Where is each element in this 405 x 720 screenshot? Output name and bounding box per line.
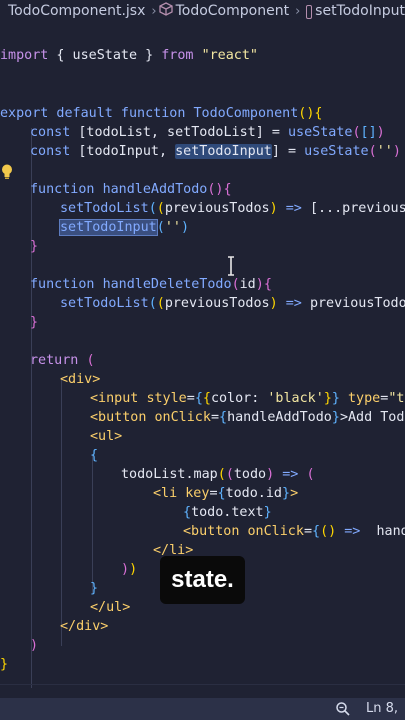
indent-guide (61, 378, 62, 646)
code-line-brace-close: } (90, 581, 99, 596)
code-line-map: todoList.map((todo) => ( (121, 467, 315, 482)
code-line-todo-text: {todo.text} (183, 505, 272, 520)
code-line-div-close: </div> (60, 619, 109, 634)
code-line-settodolist: setTodoList((previousTodos) => [...previ… (60, 201, 405, 216)
cube-icon (158, 2, 173, 20)
code-line-close-brace: } (30, 315, 39, 330)
code-line-div-open: <div> (60, 372, 101, 387)
breadcrumb-file[interactable]: TodoComponent.jsx (0, 3, 145, 19)
zoom-search-icon[interactable] (328, 698, 358, 720)
code-line-close-brace: } (30, 239, 39, 254)
code-line-todoinput: const [todoInput, setTodoInput] = useSta… (30, 144, 401, 159)
code-line-return-close: ) (30, 638, 39, 653)
cursor-position[interactable]: Ln 8, (366, 698, 398, 720)
code-line-li-open: <li key={todo.id}> (153, 486, 299, 501)
chevron-right-icon: › (295, 3, 301, 19)
indent-guide (92, 454, 93, 594)
code-line-map-close: )) (121, 562, 138, 577)
breadcrumb: TodoComponent.jsx › TodoComponent › setT… (0, 0, 405, 22)
code-line-input: <input style={{color: 'black'}} type="te… (90, 391, 405, 406)
code-line-export: export default function TodoComponent(){ (0, 106, 323, 121)
code-line-import: import { useState } from "react" (0, 48, 258, 63)
code-line-handledelete: function handleDeleteTodo(id){ (30, 277, 272, 292)
code-line-handleadd: function handleAddTodo(){ (30, 182, 232, 197)
code-line-ul-close: </ul> (90, 600, 131, 615)
chevron-right-icon: › (151, 3, 157, 19)
code-line-settodoinput: setTodoInput('') (59, 219, 189, 236)
code-line-return: return ( (30, 353, 95, 368)
divider (0, 684, 405, 685)
text-cursor-icon (228, 256, 234, 276)
breadcrumb-symbol[interactable]: setTodoInput (312, 3, 405, 19)
status-bar: Ln 8, (0, 698, 405, 720)
code-line-settodolist-delete: setTodoList((previousTodos) => previousT… (60, 296, 405, 311)
indent-guide (31, 128, 32, 688)
variable-icon (306, 5, 313, 19)
code-line-button: <button onClick={handleAddTodo}>Add Todo… (90, 410, 405, 425)
code-line-final-brace: } (0, 657, 9, 672)
video-caption: state. (160, 556, 245, 604)
code-line-ul-open: <ul> (90, 429, 123, 444)
breadcrumb-component[interactable]: TodoComponent (173, 3, 289, 19)
code-line-delete-button: <button onClick={() => handle (183, 524, 405, 539)
code-line-todolist: const [todoList, setTodoList] = useState… (30, 125, 385, 140)
code-line-brace-open: { (90, 448, 99, 463)
lightbulb-icon[interactable] (0, 163, 14, 181)
